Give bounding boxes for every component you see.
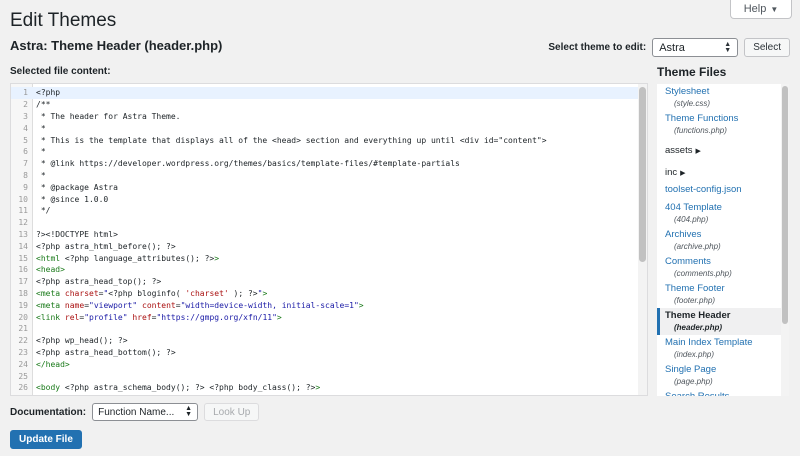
file-tree-item[interactable]: Archives (archive.php): [657, 227, 789, 254]
code-editor[interactable]: 1 <?php 2/** 3 * The header for Astra The…: [10, 83, 648, 396]
code-line[interactable]: 23 <?php astra_head_bottom(); ?>: [11, 347, 638, 359]
code-line[interactable]: 20 <link rel="profile" href="https://gmpg…: [11, 311, 638, 323]
folder-expand-icon[interactable]: ▶: [695, 148, 700, 155]
file-name[interactable]: Comments: [665, 256, 785, 268]
select-arrows-icon: ▲ ▼: [185, 405, 193, 418]
file-name[interactable]: 404 Template: [665, 202, 785, 214]
file-path: (style.css): [674, 99, 710, 108]
code-line[interactable]: 9 * @package Astra: [11, 181, 638, 193]
code-line[interactable]: 10 * @since 1.0.0: [11, 193, 638, 205]
file-name[interactable]: Main Index Template: [665, 337, 785, 349]
file-path: (page.php): [674, 377, 713, 386]
code-line[interactable]: 24 </head>: [11, 358, 638, 370]
file-name[interactable]: inc: [665, 167, 677, 178]
code-line[interactable]: 26 <body <?php astra_schema_body(); ?> <?…: [11, 382, 638, 394]
file-title: Astra: Theme Header (header.php): [10, 38, 223, 53]
file-path: (comments.php): [674, 269, 732, 278]
code-line[interactable]: 16 <head>: [11, 264, 638, 276]
theme-select-form: Select theme to edit: Astra ▲ ▼ Select: [548, 38, 790, 57]
code-line[interactable]: 22 <?php wp_head(); ?>: [11, 335, 638, 347]
code-line[interactable]: 25: [11, 370, 638, 382]
code-line[interactable]: 4 *: [11, 122, 638, 134]
file-tree-item[interactable]: Search Results(search.php): [657, 389, 789, 396]
file-tree-item[interactable]: Single Page (page.php): [657, 362, 789, 389]
file-tree-item[interactable]: toolset-config.json: [657, 182, 789, 200]
code-line[interactable]: 27: [11, 394, 638, 395]
file-path: (header.php): [674, 323, 723, 332]
editor-scrollbar-thumb[interactable]: [639, 87, 646, 262]
file-name[interactable]: Theme Header: [665, 310, 785, 322]
code-line[interactable]: 19 <meta name="viewport" content="width=d…: [11, 299, 638, 311]
file-tree-item[interactable]: 404 Template (404.php): [657, 200, 789, 227]
file-tree-item[interactable]: Theme Header (header.php): [657, 308, 789, 335]
code-line[interactable]: 7 * @link https://developer.wordpress.or…: [11, 158, 638, 170]
theme-select-value: Astra: [659, 41, 685, 54]
file-path: (footer.php): [674, 296, 716, 305]
file-name[interactable]: toolset-config.json: [665, 184, 785, 196]
look-up-button[interactable]: Look Up: [204, 403, 260, 421]
code-line[interactable]: 11 */: [11, 205, 638, 217]
theme-files-heading: Theme Files: [657, 65, 727, 79]
files-scrollbar[interactable]: [781, 84, 789, 396]
file-path: (functions.php): [674, 126, 727, 135]
help-label: Help: [743, 3, 767, 15]
file-tree-item[interactable]: Theme Footer (footer.php): [657, 281, 789, 308]
file-name[interactable]: Theme Footer: [665, 283, 785, 295]
code-line[interactable]: 15 <html <?php language_attributes(); ?>>: [11, 252, 638, 264]
file-tree-item[interactable]: Stylesheet (style.css): [657, 84, 789, 111]
file-tree-folder[interactable]: inc ▶: [657, 160, 789, 182]
code-line[interactable]: 1 <?php: [11, 87, 638, 99]
code-line[interactable]: 6 *: [11, 146, 638, 158]
file-name[interactable]: Theme Functions: [665, 113, 785, 125]
file-tree-item[interactable]: Comments (comments.php): [657, 254, 789, 281]
file-name[interactable]: Stylesheet: [665, 86, 785, 98]
file-name[interactable]: Single Page: [665, 364, 785, 376]
code-line[interactable]: 17 <?php astra_head_top(); ?>: [11, 276, 638, 288]
code-lines: 1 <?php 2/** 3 * The header for Astra The…: [11, 87, 638, 395]
code-line[interactable]: 18 <meta charset="<?php bloginfo( 'charse…: [11, 288, 638, 300]
file-tree-item[interactable]: Main Index Template (index.php): [657, 335, 789, 362]
file-name[interactable]: assets: [665, 145, 692, 156]
caret-down-icon: ▼: [770, 4, 779, 14]
file-path: (index.php): [674, 350, 715, 359]
file-tree-folder[interactable]: assets ▶: [657, 138, 789, 160]
update-file-button[interactable]: Update File: [10, 430, 82, 449]
code-line[interactable]: 13 ?><!DOCTYPE html>: [11, 229, 638, 241]
code-line[interactable]: 2/**: [11, 99, 638, 111]
function-name-value: Function Name...: [98, 406, 175, 418]
file-path: (archive.php): [674, 242, 721, 251]
help-button[interactable]: Help ▼: [730, 0, 792, 19]
file-path: (404.php): [674, 215, 709, 224]
editor-scrollbar[interactable]: [638, 84, 647, 395]
page-title: Edit Themes: [10, 10, 117, 31]
theme-select[interactable]: Astra ▲ ▼: [652, 38, 739, 57]
selected-file-content-label: Selected file content:: [10, 66, 111, 77]
select-arrows-icon: ▲ ▼: [724, 40, 732, 54]
function-name-select[interactable]: Function Name... ▲ ▼: [92, 403, 199, 421]
select-theme-label: Select theme to edit:: [548, 42, 647, 53]
code-line[interactable]: 14 <?php astra_html_before(); ?>: [11, 240, 638, 252]
file-tree-item[interactable]: Theme Functions (functions.php): [657, 111, 789, 138]
documentation-label: Documentation:: [10, 406, 87, 418]
theme-files-list: Stylesheet (style.css) Theme Functions (fun…: [657, 84, 789, 396]
file-name[interactable]: Search Results: [665, 391, 785, 396]
code-line[interactable]: 5 * This is the template that displays a…: [11, 134, 638, 146]
code-line[interactable]: 8 *: [11, 170, 638, 182]
file-name[interactable]: Archives: [665, 229, 785, 241]
documentation-row: Documentation: Function Name... ▲ ▼ Look …: [10, 403, 260, 421]
select-theme-button[interactable]: Select: [744, 38, 790, 57]
code-line[interactable]: 12: [11, 217, 638, 229]
folder-expand-icon[interactable]: ▶: [680, 170, 685, 177]
code-line[interactable]: 21: [11, 323, 638, 335]
files-scrollbar-thumb[interactable]: [782, 86, 788, 324]
code-line[interactable]: 3 * The header for Astra Theme.: [11, 111, 638, 123]
